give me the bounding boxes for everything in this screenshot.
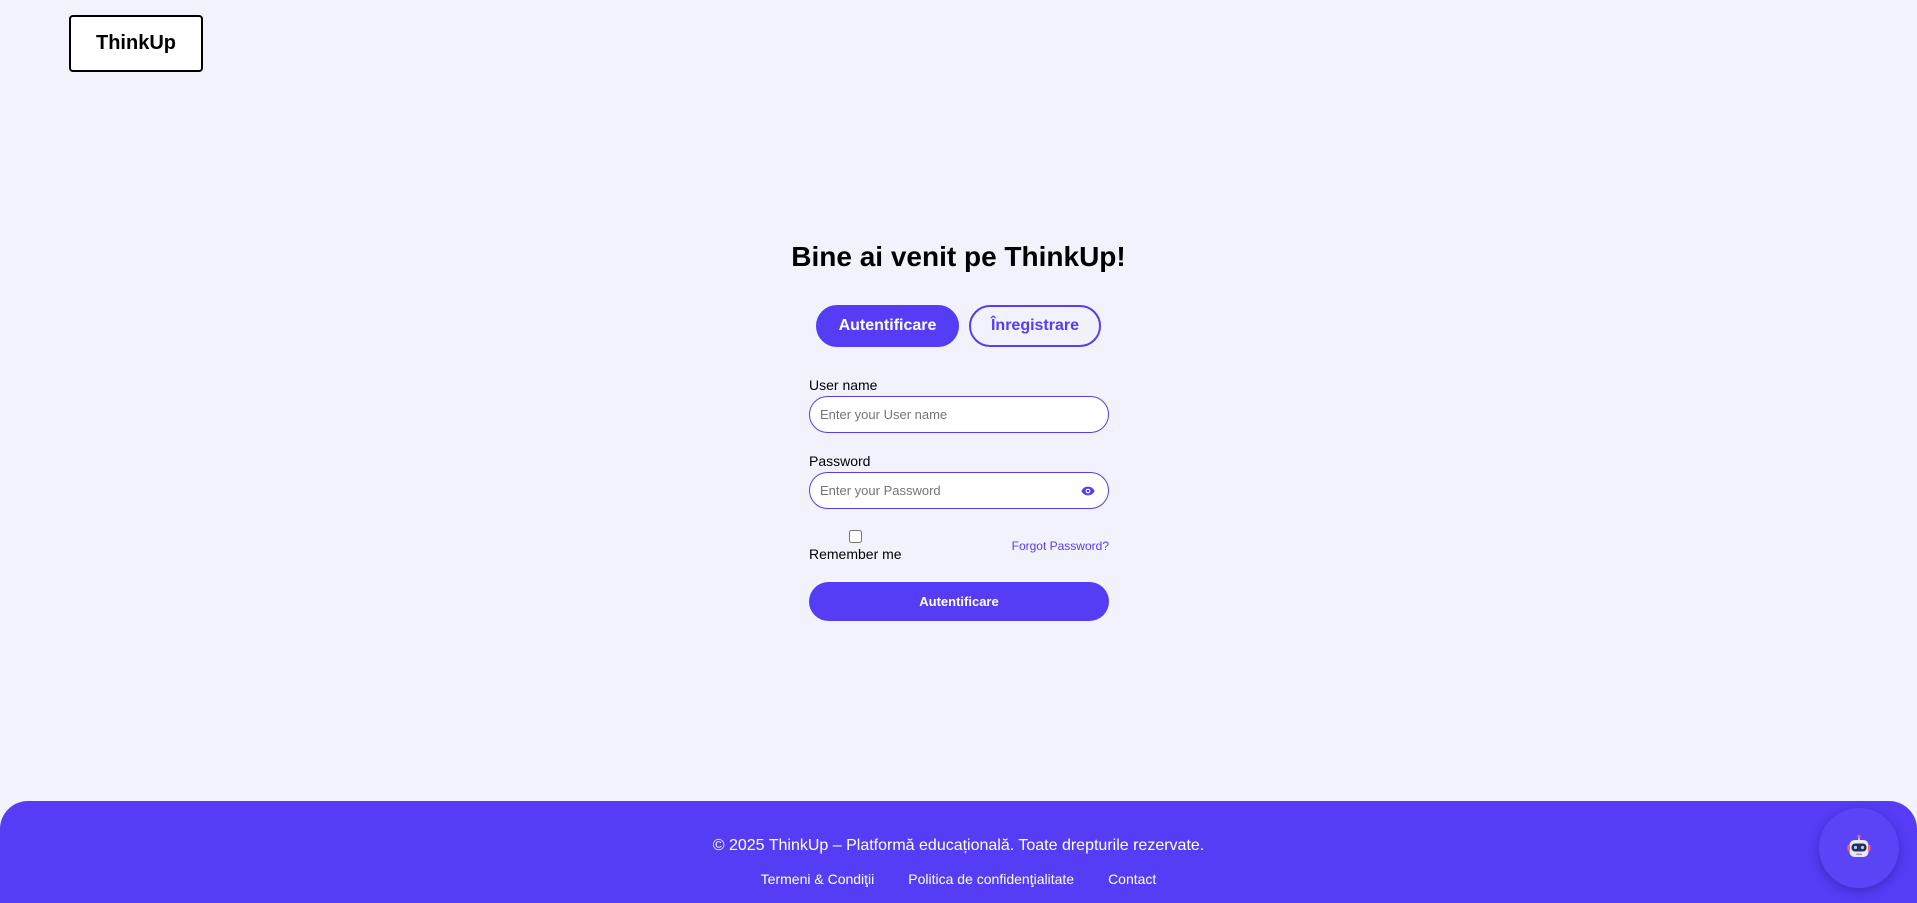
password-label: Password [809,453,871,469]
footer-link-terms[interactable]: Termeni & Condiţii [761,871,875,887]
forgot-password-link[interactable]: Forgot Password? [1012,539,1109,553]
robot-icon [1847,834,1871,857]
chatbot-button[interactable] [1819,808,1899,888]
footer-link-privacy[interactable]: Politica de confidenţialitate [908,871,1074,887]
tab-register[interactable]: Înregistrare [969,305,1101,347]
footer-link-contact[interactable]: Contact [1108,871,1156,887]
username-input[interactable] [810,397,1108,432]
tab-login[interactable]: Autentificare [816,305,959,347]
password-field [809,472,1109,509]
login-form: User name Password Remember me Forgot Pa… [809,376,1109,621]
logo[interactable]: ThinkUp [69,15,203,72]
login-submit-button[interactable]: Autentificare [809,582,1109,621]
eye-icon[interactable] [1081,486,1095,496]
remember-row: Remember me Forgot Password? [809,530,1109,570]
remember-me-label: Remember me [809,546,902,562]
page-title: Bine ai venit pe ThinkUp! [791,241,1126,272]
footer-links: Termeni & Condiţii Politica de confidenţ… [0,871,1917,887]
remember-me-checkbox[interactable] [849,530,862,543]
username-label: User name [809,377,878,393]
auth-tabs: Autentificare Înregistrare [0,305,1917,347]
username-field [809,396,1109,433]
footer-copyright: © 2025 ThinkUp – Platformă educațională.… [712,837,1205,854]
footer: © 2025 ThinkUp – Platformă educațională.… [0,801,1917,903]
password-input[interactable] [810,473,1108,508]
